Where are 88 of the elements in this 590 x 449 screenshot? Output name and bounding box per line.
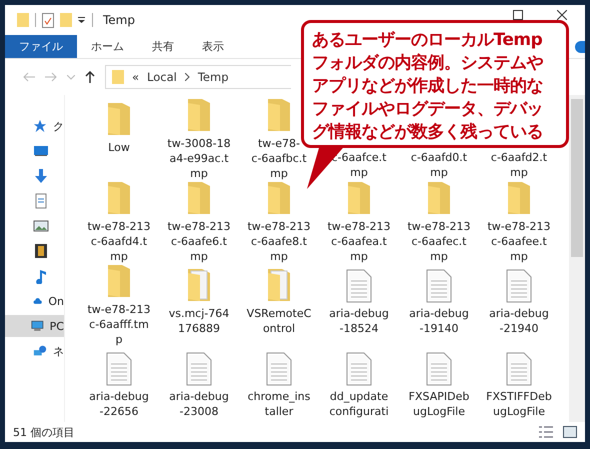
dropdown-icon[interactable] [78, 16, 86, 24]
document-icon [106, 352, 132, 386]
close-icon[interactable] [557, 10, 567, 20]
checklist-icon[interactable] [42, 12, 54, 28]
sidebar-item[interactable]: On [5, 290, 64, 312]
sidebar-label: ネ [53, 344, 64, 358]
folder-icon [266, 97, 292, 133]
document-icon [266, 352, 292, 386]
folder-icon [106, 263, 132, 299]
file-name[interactable]: tw-e78-213 c-6aafd4.t mp [87, 219, 150, 264]
computer-icon [31, 318, 44, 334]
file-name[interactable]: tw-e78- c-6aafbc.t mp [251, 136, 307, 181]
file-name[interactable]: tw-e78-213 c-6aafea.t mp [327, 219, 390, 264]
large-icons-view-icon[interactable] [563, 426, 577, 438]
folder-icon [506, 180, 532, 216]
file-name[interactable]: FXSTIFFDeb ugLogFile [486, 389, 552, 419]
file-name[interactable]: c-6aafd0.t mp [410, 150, 468, 180]
folder-icon [266, 180, 292, 216]
download-icon [33, 168, 49, 184]
image-icon [33, 218, 49, 234]
help-icon[interactable] [575, 40, 585, 52]
file-name[interactable]: tw-e78-213 c-6aafec.t mp [407, 219, 470, 264]
star-icon [33, 118, 47, 134]
ribbon-tab[interactable]: 表示 [188, 35, 238, 58]
file-name[interactable]: tw-e78-213 c-6aafee.t mp [487, 219, 550, 264]
folder-icon [106, 101, 132, 137]
up-arrow-icon[interactable] [85, 71, 95, 83]
file-name[interactable]: aria-debug -23008 [169, 389, 229, 419]
callout-text: アプリなどが作成した一時的な [312, 75, 544, 98]
file-name[interactable]: aria-debug -21940 [489, 306, 549, 336]
document-icon [506, 352, 532, 386]
ribbon-tab[interactable]: ファイル [5, 35, 77, 58]
sidebar-label: PC [50, 320, 64, 332]
sidebar-label: On [48, 294, 64, 308]
file-name[interactable]: tw-3008-18 a4-e99ac.t mp [167, 136, 231, 181]
folder-icon [112, 70, 124, 84]
document-icon [33, 193, 49, 209]
callout-text: あるユーザーのローカルTemp [312, 29, 544, 52]
sidebar-label: ク [53, 118, 64, 134]
callout-text: グ情報などが数多く残っている [312, 121, 544, 144]
file-name[interactable]: tw-e78-213 c-6aafe8.t mp [247, 219, 310, 264]
sidebar-item[interactable]: ク [5, 115, 64, 137]
file-name[interactable]: tw-e78-213 c-6aafe6.t mp [167, 219, 230, 264]
file-name[interactable]: aria-debug -18524 [329, 306, 389, 336]
document-icon [346, 269, 372, 303]
folder-icon [346, 180, 372, 216]
breadcrumb-item[interactable]: Local [147, 70, 177, 84]
document-icon [426, 269, 452, 303]
document-icon [186, 352, 212, 386]
maximize-icon[interactable] [513, 10, 523, 20]
breadcrumb-item[interactable]: Temp [198, 70, 229, 84]
sidebar-item[interactable]: PC [5, 315, 64, 337]
music-note-icon [33, 268, 49, 284]
file-name[interactable]: c-6aafce.t mp [332, 150, 386, 180]
file-name[interactable]: Low [108, 140, 130, 155]
file-name[interactable]: vs.mcj-764 176889 [168, 306, 230, 336]
folder-icon [106, 180, 132, 216]
window-title: Temp [103, 13, 135, 27]
file-name[interactable]: VSRemoteC ontrol [246, 306, 312, 336]
desktop-icon [33, 143, 49, 159]
folder-with-files-icon [266, 267, 292, 303]
callout-text: フォルダの内容例。システムや [312, 52, 544, 75]
address-bar[interactable]: « Local Temp [105, 65, 291, 89]
file-name[interactable]: tw-e78-213 c-6aafff.tm p [87, 302, 150, 347]
chevron-right-icon [184, 73, 190, 81]
folder-icon [186, 180, 212, 216]
document-icon [506, 269, 532, 303]
file-name[interactable]: c-6aafd2.t mp [490, 150, 548, 180]
scrollbar-thumb[interactable] [571, 99, 583, 257]
film-icon [33, 243, 49, 259]
breadcrumb-overflow[interactable]: « [132, 70, 140, 84]
document-icon [426, 352, 452, 386]
file-name[interactable]: aria-debug -22656 [89, 389, 149, 419]
details-view-icon[interactable] [539, 426, 553, 438]
callout-text: ファイルやログデータ、デバッ [312, 98, 544, 121]
file-name[interactable]: FXSAPIDeb ugLogFile [408, 389, 470, 419]
folder-icon [426, 180, 452, 216]
file-name[interactable]: aria-debug -19140 [409, 306, 469, 336]
folder-icon [186, 97, 212, 133]
file-name[interactable]: dd_update configurati [329, 389, 389, 419]
file-name[interactable]: chrome_ins taller [248, 389, 310, 419]
ribbon-tab[interactable]: ホーム [77, 35, 138, 58]
sidebar-item[interactable]: ネ [5, 340, 64, 362]
folder-with-files-icon [186, 267, 212, 303]
document-icon [346, 352, 372, 386]
item-count: 51 個の項目 [13, 424, 74, 440]
scrollbar[interactable] [569, 95, 585, 422]
ribbon-tab[interactable]: 共有 [138, 35, 188, 58]
